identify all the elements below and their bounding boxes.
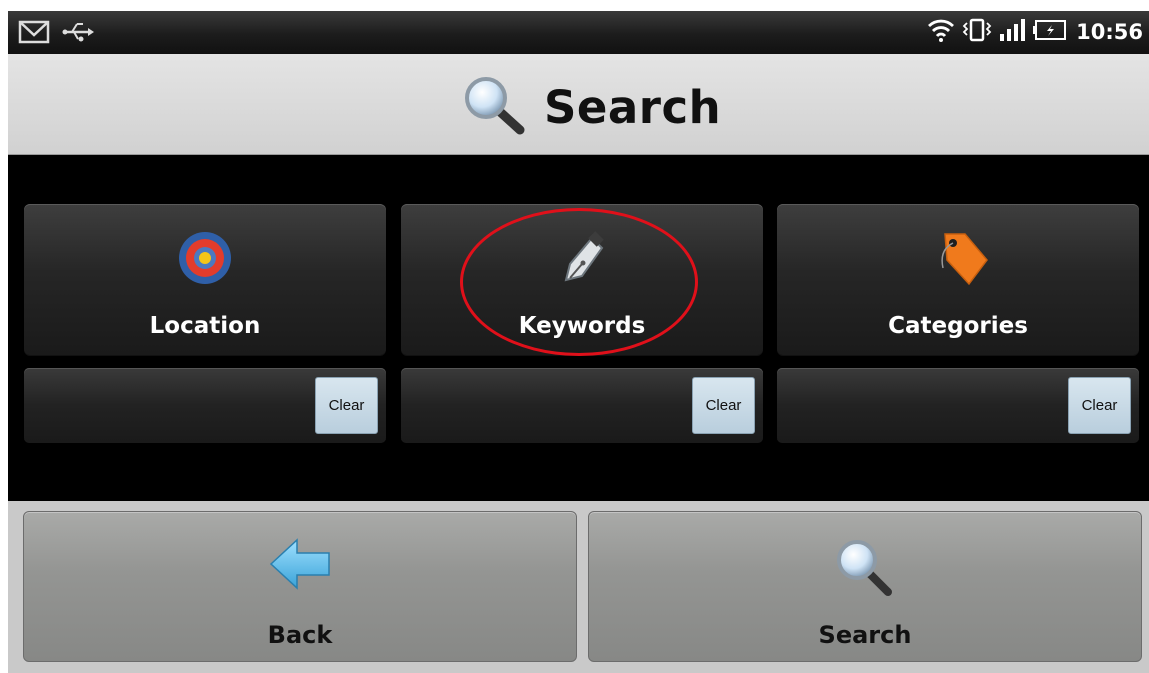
battery-icon [1032, 17, 1068, 47]
target-icon [175, 228, 235, 292]
back-button[interactable]: Back [23, 511, 577, 662]
keywords-value-box: Clear [401, 368, 763, 443]
location-label: Location [149, 313, 261, 339]
signal-icon [998, 17, 1026, 47]
back-label: Back [267, 621, 333, 649]
status-clock: 10:56 [1076, 20, 1143, 44]
app-screen: 10:56 Search Location Keywords Categorie… [8, 11, 1149, 673]
arrow-left-icon [267, 536, 333, 596]
keywords-clear-button[interactable]: Clear [692, 377, 755, 434]
status-bar: 10:56 [8, 11, 1149, 54]
page-title: Search [544, 80, 722, 134]
categories-button[interactable]: Categories [777, 204, 1139, 355]
gmail-icon [18, 19, 52, 49]
location-button[interactable]: Location [24, 204, 386, 355]
search-button[interactable]: Search [588, 511, 1142, 662]
tag-icon [925, 228, 991, 296]
location-value-box: Clear [24, 368, 386, 443]
categories-clear-button[interactable]: Clear [1068, 377, 1131, 434]
magnifier-icon [460, 74, 530, 140]
title-bar: Search [8, 54, 1149, 155]
wifi-icon [926, 17, 956, 47]
location-clear-button[interactable]: Clear [315, 377, 378, 434]
usb-icon [62, 19, 96, 49]
categories-value-box: Clear [777, 368, 1139, 443]
keywords-button[interactable]: Keywords [401, 204, 763, 355]
bottom-bar: Back Search [8, 501, 1149, 673]
search-label: Search [818, 621, 912, 649]
magnifier-icon [832, 536, 898, 602]
keywords-label: Keywords [518, 313, 646, 339]
vibrate-icon [962, 17, 992, 47]
categories-label: Categories [888, 313, 1028, 339]
pen-nib-icon [552, 228, 612, 292]
